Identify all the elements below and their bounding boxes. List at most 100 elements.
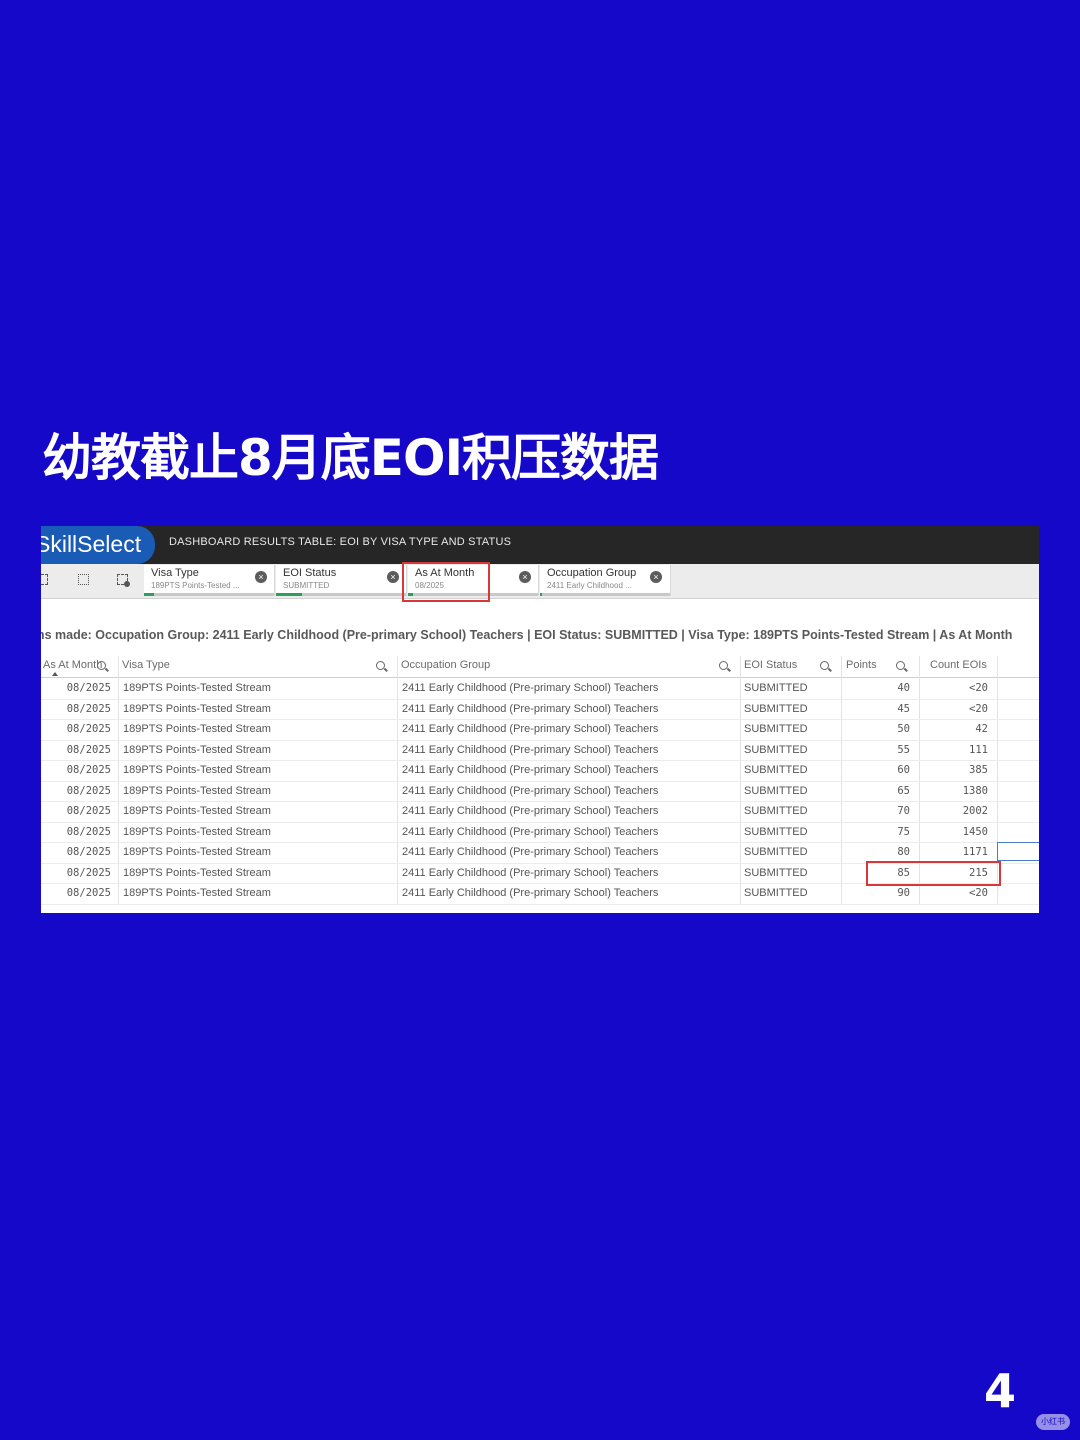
cell-occupation-group[interactable]: 2411 Early Childhood (Pre-primary School…	[402, 781, 658, 801]
search-icon[interactable]	[376, 661, 385, 670]
column-header-eoi-status[interactable]: EOI Status	[744, 656, 797, 677]
clear-filter-icon[interactable]: ×	[387, 571, 399, 583]
table-row[interactable]: 08/2025 189PTS Points-Tested Stream 2411 E…	[41, 883, 1039, 905]
cell-occupation-group[interactable]: 2411 Early Childhood (Pre-primary School…	[402, 740, 658, 760]
table-row[interactable]: 08/2025 189PTS Points-Tested Stream 2411 E…	[41, 719, 1039, 741]
search-icon[interactable]	[97, 661, 106, 670]
cell-occupation-group[interactable]: 2411 Early Childhood (Pre-primary School…	[402, 801, 658, 821]
column-header-visa-type[interactable]: Visa Type	[122, 656, 170, 677]
filter-chip-visa-type[interactable]: Visa Type 189PTS Points-Tested ... ×	[144, 565, 275, 596]
cell-points[interactable]: 40	[846, 678, 910, 698]
cell-month[interactable]: 08/2025	[41, 699, 111, 719]
cell-count-eois[interactable]: <20	[921, 883, 988, 903]
cell-month[interactable]: 08/2025	[41, 801, 111, 821]
lasso-select-icon[interactable]	[41, 574, 48, 585]
cell-points[interactable]: 70	[846, 801, 910, 821]
table-row[interactable]: 08/2025 189PTS Points-Tested Stream 2411 E…	[41, 740, 1039, 761]
clear-filter-icon[interactable]: ×	[650, 571, 662, 583]
cell-count-eois[interactable]: <20	[921, 678, 988, 698]
cell-month[interactable]: 08/2025	[41, 863, 111, 883]
column-header-count-eois[interactable]: Count EOIs	[930, 656, 987, 677]
cell-visa-type[interactable]: 189PTS Points-Tested Stream	[123, 883, 271, 903]
cell-visa-type[interactable]: 189PTS Points-Tested Stream	[123, 863, 271, 883]
cell-eoi-status[interactable]: SUBMITTED	[744, 740, 808, 760]
cell-visa-type[interactable]: 189PTS Points-Tested Stream	[123, 801, 271, 821]
search-icon[interactable]	[820, 661, 829, 670]
selection-bar	[540, 593, 670, 596]
cell-count-eois[interactable]: 1380	[921, 781, 988, 801]
cell-eoi-status[interactable]: SUBMITTED	[744, 699, 808, 719]
cell-points[interactable]: 45	[846, 699, 910, 719]
cell-occupation-group[interactable]: 2411 Early Childhood (Pre-primary School…	[402, 883, 658, 903]
table-row[interactable]: 08/2025 189PTS Points-Tested Stream 2411 E…	[41, 822, 1039, 843]
cell-count-eois[interactable]: 385	[921, 760, 988, 780]
cell-month[interactable]: 08/2025	[41, 760, 111, 780]
filter-chip-occupation-group[interactable]: Occupation Group 2411 Early Childhood ..…	[540, 565, 671, 596]
cell-points[interactable]: 80	[846, 842, 910, 862]
cell-visa-type[interactable]: 189PTS Points-Tested Stream	[123, 719, 271, 739]
cell-eoi-status[interactable]: SUBMITTED	[744, 719, 808, 739]
cell-visa-type[interactable]: 189PTS Points-Tested Stream	[123, 699, 271, 719]
cell-month[interactable]: 08/2025	[41, 740, 111, 760]
search-icon[interactable]	[896, 661, 905, 670]
cell-occupation-group[interactable]: 2411 Early Childhood (Pre-primary School…	[402, 842, 658, 862]
table-row[interactable]: 08/2025 189PTS Points-Tested Stream 2411 E…	[41, 801, 1039, 823]
cell-count-eois[interactable]: 42	[921, 719, 988, 739]
cell-count-eois[interactable]: 111	[921, 740, 988, 760]
column-header-points[interactable]: Points	[846, 656, 877, 677]
cell-month[interactable]: 08/2025	[41, 781, 111, 801]
cell-visa-type[interactable]: 189PTS Points-Tested Stream	[123, 781, 271, 801]
selection-bar	[144, 593, 274, 596]
cell-occupation-group[interactable]: 2411 Early Childhood (Pre-primary School…	[402, 822, 658, 842]
cell-visa-type[interactable]: 189PTS Points-Tested Stream	[123, 760, 271, 780]
brand-logo[interactable]: SkillSelect	[41, 526, 155, 564]
cell-points[interactable]: 75	[846, 822, 910, 842]
cell-visa-type[interactable]: 189PTS Points-Tested Stream	[123, 842, 271, 862]
cell-count-eois[interactable]: 1171	[921, 842, 988, 862]
cell-occupation-group[interactable]: 2411 Early Childhood (Pre-primary School…	[402, 719, 658, 739]
sort-ascending-icon[interactable]	[52, 672, 58, 676]
selections-summary: Selections made: Occupation Group: 2411 …	[41, 628, 1013, 642]
cell-eoi-status[interactable]: SUBMITTED	[744, 883, 808, 903]
cell-eoi-status[interactable]: SUBMITTED	[744, 822, 808, 842]
cell-count-eois[interactable]: <20	[921, 699, 988, 719]
cell-points[interactable]: 55	[846, 740, 910, 760]
cell-month[interactable]: 08/2025	[41, 883, 111, 903]
table-row[interactable]: 08/2025 189PTS Points-Tested Stream 2411 E…	[41, 699, 1039, 720]
selected-cell[interactable]	[997, 842, 1039, 861]
cell-count-eois[interactable]: 2002	[921, 801, 988, 821]
cell-month[interactable]: 08/2025	[41, 719, 111, 739]
clear-filter-icon[interactable]: ×	[255, 571, 267, 583]
clear-selections-icon[interactable]	[117, 574, 130, 587]
page-number: 4	[984, 1364, 1017, 1418]
cell-visa-type[interactable]: 189PTS Points-Tested Stream	[123, 740, 271, 760]
cell-eoi-status[interactable]: SUBMITTED	[744, 678, 808, 698]
clear-filter-icon[interactable]: ×	[519, 571, 531, 583]
cell-occupation-group[interactable]: 2411 Early Childhood (Pre-primary School…	[402, 760, 658, 780]
cell-month[interactable]: 08/2025	[41, 678, 111, 698]
column-header-occupation-group[interactable]: Occupation Group	[401, 656, 490, 677]
cell-points[interactable]: 65	[846, 781, 910, 801]
cell-points[interactable]: 90	[846, 883, 910, 903]
cell-occupation-group[interactable]: 2411 Early Childhood (Pre-primary School…	[402, 678, 658, 698]
table-row[interactable]: 08/2025 189PTS Points-Tested Stream 2411 E…	[41, 678, 1039, 700]
cell-visa-type[interactable]: 189PTS Points-Tested Stream	[123, 822, 271, 842]
table-row[interactable]: 08/2025 189PTS Points-Tested Stream 2411 E…	[41, 760, 1039, 782]
zoom-select-icon[interactable]	[78, 574, 89, 585]
cell-points[interactable]: 50	[846, 719, 910, 739]
table-row[interactable]: 08/2025 189PTS Points-Tested Stream 2411 E…	[41, 781, 1039, 802]
filter-chip-eoi-status[interactable]: EOI Status SUBMITTED ×	[276, 565, 407, 596]
cell-occupation-group[interactable]: 2411 Early Childhood (Pre-primary School…	[402, 863, 658, 883]
cell-eoi-status[interactable]: SUBMITTED	[744, 842, 808, 862]
cell-points[interactable]: 60	[846, 760, 910, 780]
cell-eoi-status[interactable]: SUBMITTED	[744, 760, 808, 780]
cell-occupation-group[interactable]: 2411 Early Childhood (Pre-primary School…	[402, 699, 658, 719]
cell-month[interactable]: 08/2025	[41, 822, 111, 842]
cell-eoi-status[interactable]: SUBMITTED	[744, 801, 808, 821]
cell-count-eois[interactable]: 1450	[921, 822, 988, 842]
cell-month[interactable]: 08/2025	[41, 842, 111, 862]
cell-visa-type[interactable]: 189PTS Points-Tested Stream	[123, 678, 271, 698]
cell-eoi-status[interactable]: SUBMITTED	[744, 863, 808, 883]
cell-eoi-status[interactable]: SUBMITTED	[744, 781, 808, 801]
search-icon[interactable]	[719, 661, 728, 670]
